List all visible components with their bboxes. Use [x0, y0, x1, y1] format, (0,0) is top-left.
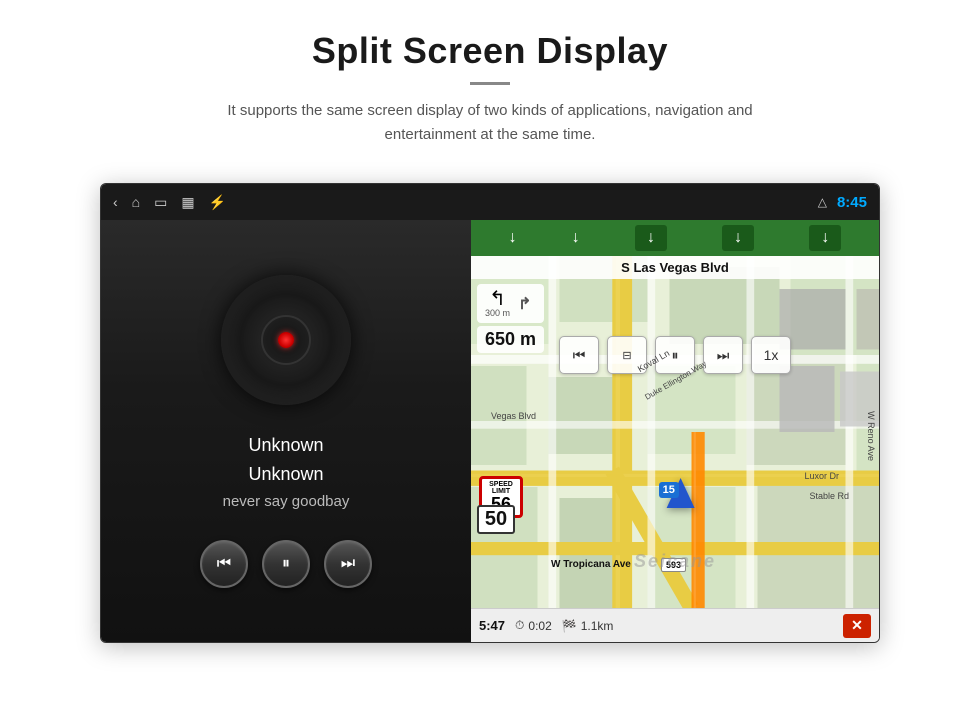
turn-dist-label: 300 m [485, 309, 510, 318]
street-name: S Las Vegas Blvd [621, 260, 729, 275]
title-section: Split Screen Display It supports the sam… [190, 30, 790, 147]
street-name-bar: S Las Vegas Blvd [471, 256, 879, 279]
back-icon[interactable]: ‹ [113, 194, 118, 210]
nav-bottom-bar: 5:47 ⏱ 0:02 🏁 1.1km ✕ [471, 608, 879, 642]
split-content: Unknown Unknown never say goodbay ⏮ ⏸ ⏭ … [101, 220, 879, 642]
left-arrow-icon: ↰ [489, 289, 506, 309]
status-right: △ 8:45 [818, 194, 867, 211]
subtitle: It supports the same screen display of t… [190, 99, 790, 147]
music-artist: Unknown [248, 464, 323, 485]
map-next-button[interactable]: ⏭ [703, 336, 743, 374]
road-label-luxor: Luxor Dr [804, 471, 839, 481]
nav-eta: ⏱ 0:02 [515, 618, 552, 633]
album-inner [261, 315, 311, 365]
music-panel: Unknown Unknown never say goodbay ⏮ ⏸ ⏭ [101, 220, 471, 642]
music-title: Unknown [248, 435, 323, 456]
map-area: S Las Vegas Blvd ↰ 300 m ↱ 650 m [471, 256, 879, 608]
turn-box: ↰ 300 m ↱ [477, 284, 544, 323]
close-icon: ✕ [851, 617, 863, 634]
freeway-badge: 15 [659, 482, 679, 498]
road-label-stable: Stable Rd [809, 491, 849, 501]
map-speed-button[interactable]: 1x [751, 336, 791, 374]
music-song: never say goodbay [223, 493, 350, 510]
nav-panel: ↓ ↓ ↓ ↓ ↓ [471, 220, 879, 642]
nav-time: 5:47 [479, 618, 505, 633]
album-center [278, 332, 294, 348]
tropicana-sign: 593 [661, 558, 686, 572]
next-button[interactable]: ⏭ [324, 540, 372, 588]
speed-current-box: 50 [477, 505, 515, 534]
usb-icon[interactable]: ⚡ [209, 194, 226, 211]
road-label-reno: W Reno Ave [866, 411, 876, 461]
status-bar: ‹ ⌂ ▭ ▦ ⚡ △ 8:45 [101, 184, 879, 220]
title-divider [470, 82, 510, 85]
eta-value: 0:02 [528, 619, 551, 633]
dir-arrow-3: ↓ [635, 225, 667, 251]
page-title: Split Screen Display [190, 30, 790, 72]
speed-current-value: 50 [481, 508, 511, 531]
dir-arrow-5: ↓ [809, 225, 841, 251]
turn-arrow-right-icon: ↱ [518, 296, 531, 313]
eta-icon: ⏱ [515, 618, 524, 633]
home-icon[interactable]: ⌂ [132, 194, 140, 210]
window-icon[interactable]: ▭ [154, 194, 167, 211]
dir-arrow-4: ↓ [722, 225, 754, 251]
notification-icon: △ [818, 195, 827, 209]
dist-value: 1.1km [581, 619, 614, 633]
dir-arrow-2: ↓ [572, 229, 580, 247]
photo-icon[interactable]: ▦ [181, 194, 194, 211]
turn-arrows-box: ↰ 300 m [485, 289, 510, 318]
direction-bar: ↓ ↓ ↓ ↓ ↓ [471, 220, 879, 256]
map-prev-button[interactable]: ⏮ [559, 336, 599, 374]
distance-box: 650 m [477, 326, 544, 353]
album-art [221, 275, 351, 405]
turn-instruction-area: ↰ 300 m ↱ 650 m [477, 284, 544, 353]
prev-button[interactable]: ⏮ [200, 540, 248, 588]
status-time: 8:45 [837, 194, 867, 211]
nav-dist: 🏁 1.1km [562, 619, 614, 633]
road-label-tropicana: W Tropicana Ave [551, 559, 631, 570]
device-frame: ‹ ⌂ ▭ ▦ ⚡ △ 8:45 Unknown Unknown never s… [100, 183, 880, 643]
play-pause-button[interactable]: ⏸ [262, 540, 310, 588]
dir-arrow-1: ↓ [509, 229, 517, 247]
music-controls: ⏮ ⏸ ⏭ [200, 540, 372, 588]
media-overlay: ⏮ ⊟ ⏸ ⏭ 1x [559, 336, 791, 374]
nav-icons: ‹ ⌂ ▭ ▦ ⚡ [113, 194, 818, 211]
speed-limit-label: SPEEDLIMIT [484, 481, 518, 495]
road-label-vegas: Vegas Blvd [491, 411, 536, 421]
nav-close-button[interactable]: ✕ [843, 614, 871, 638]
turn-road-label: ↱ [518, 294, 531, 314]
dist-icon: 🏁 [562, 619, 577, 633]
